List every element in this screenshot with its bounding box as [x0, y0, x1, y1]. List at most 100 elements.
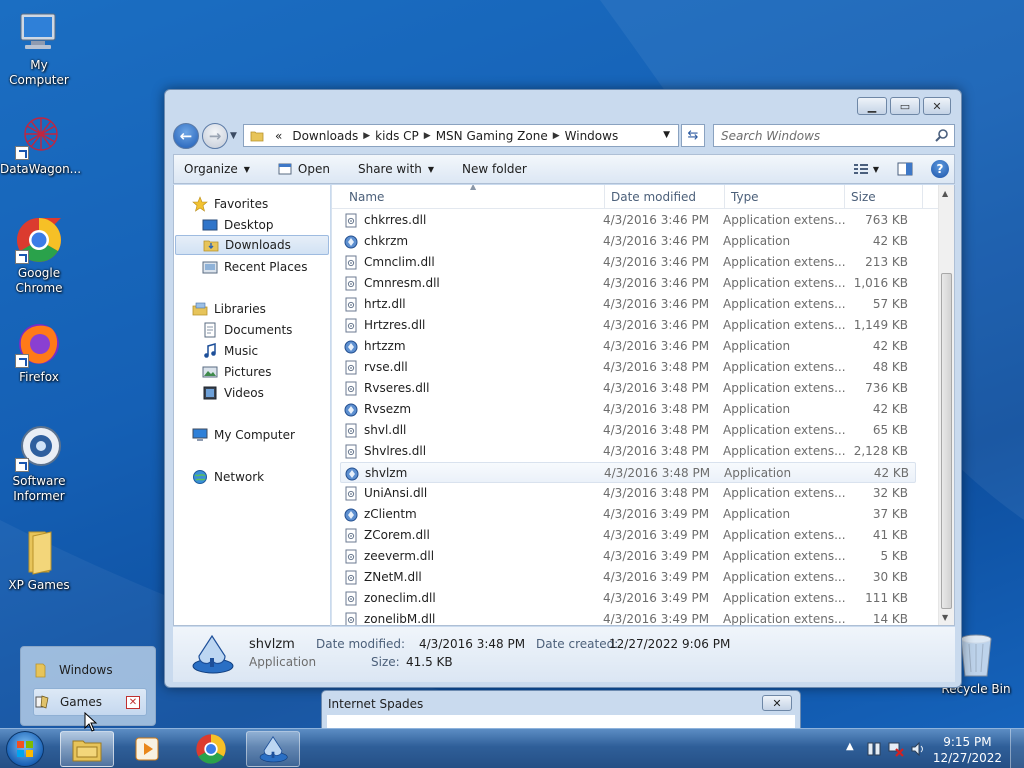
breadcrumb-separator-icon[interactable]: ▶: [363, 131, 370, 141]
column-header-date-modified[interactable]: Date modified: [611, 190, 696, 204]
desktop-icon-google-chrome[interactable]: Google Chrome: [0, 216, 78, 296]
file-row[interactable]: zoneclim.dll 4/3/2016 3:49 PM Application …: [340, 588, 916, 609]
file-row[interactable]: shvl.dll 4/3/2016 3:48 PM Application exte…: [340, 420, 916, 441]
nav-recent-places[interactable]: Recent Places: [202, 257, 307, 277]
network-disconnected-icon[interactable]: [888, 741, 904, 757]
file-name: rvse.dll: [364, 360, 408, 374]
file-row[interactable]: chkrres.dll 4/3/2016 3:46 PM Application e…: [340, 210, 916, 231]
dll-file-icon: [345, 360, 357, 375]
desktop-icon-datawagon[interactable]: DataWagon...: [0, 112, 81, 177]
breadcrumb-separator-icon[interactable]: ▶: [553, 131, 560, 141]
breadcrumb-kids-cp[interactable]: kids CP: [370, 129, 424, 143]
column-divider[interactable]: [724, 185, 725, 209]
nav-pictures[interactable]: Pictures: [202, 362, 272, 382]
open-button[interactable]: Open: [278, 162, 330, 176]
dll-file-icon: [345, 570, 357, 585]
scrollbar-thumb[interactable]: [941, 273, 952, 609]
file-name: Shvlres.dll: [364, 444, 427, 458]
column-divider[interactable]: [604, 185, 605, 209]
breadcrumb-downloads[interactable]: Downloads: [287, 129, 363, 143]
file-row[interactable]: zClientm 4/3/2016 3:49 PM Application 37 KB: [340, 504, 916, 525]
column-header-type[interactable]: Type: [731, 190, 759, 204]
scroll-up-icon[interactable]: ▲: [942, 189, 948, 198]
system-clock[interactable]: 9:15 PM 12/27/2022: [933, 734, 1002, 766]
internet-spades-window[interactable]: Internet Spades ✕: [321, 690, 801, 731]
taskbar-google-chrome[interactable]: [184, 731, 238, 767]
breadcrumb-overflow[interactable]: «: [270, 129, 287, 143]
taskbar-media-player[interactable]: [120, 731, 174, 767]
taskbar-internet-spades[interactable]: [246, 731, 300, 767]
file-size: 41 KB: [872, 528, 908, 542]
column-divider[interactable]: [922, 185, 923, 209]
preview-pane-icon[interactable]: [897, 162, 913, 176]
file-row[interactable]: Shvlres.dll 4/3/2016 3:48 PM Application e…: [340, 441, 916, 462]
nav-favorites[interactable]: Favorites: [192, 194, 268, 214]
breadcrumb-msn-gaming-zone[interactable]: MSN Gaming Zone: [431, 129, 553, 143]
help-icon: ?: [936, 162, 944, 176]
change-view-icon[interactable]: [853, 162, 869, 176]
file-row[interactable]: Rvsezm 4/3/2016 3:48 PM Application 42 KB: [340, 399, 916, 420]
back-button[interactable]: ←: [173, 123, 199, 149]
nav-downloads[interactable]: Downloads: [175, 235, 329, 255]
nav-my-computer[interactable]: My Computer: [192, 425, 295, 445]
address-dropdown-icon[interactable]: ▼: [663, 130, 670, 140]
view-options-dropdown-icon[interactable]: ▼: [873, 165, 879, 174]
close-icon: ✕: [772, 696, 782, 710]
show-hidden-icons-icon[interactable]: ▲: [846, 741, 854, 752]
close-icon[interactable]: ✕: [126, 696, 140, 709]
file-row[interactable]: Cmnclim.dll 4/3/2016 3:46 PM Application e…: [340, 252, 916, 273]
file-row[interactable]: Rvseres.dll 4/3/2016 3:48 PM Application e…: [340, 378, 916, 399]
close-button[interactable]: ✕: [762, 695, 792, 711]
file-row[interactable]: zonelibM.dll 4/3/2016 3:49 PM Application …: [340, 609, 916, 625]
search-input[interactable]: [713, 124, 955, 147]
nav-music[interactable]: Music: [202, 341, 258, 361]
address-bar[interactable]: « Downloads ▶ kids CP ▶ MSN Gaming Zone …: [243, 124, 679, 147]
desktop-icon-my-computer[interactable]: My Computer: [0, 8, 78, 88]
scroll-down-icon[interactable]: ▼: [942, 613, 948, 622]
nav-network[interactable]: Network: [192, 467, 264, 487]
volume-icon[interactable]: [910, 741, 926, 757]
file-size: 32 KB: [872, 486, 908, 500]
file-row[interactable]: Hrtzres.dll 4/3/2016 3:46 PM Application e…: [340, 315, 916, 336]
column-header-size[interactable]: Size: [851, 190, 876, 204]
file-row[interactable]: hrtz.dll 4/3/2016 3:46 PM Application exte…: [340, 294, 916, 315]
close-button[interactable]: ✕: [923, 97, 951, 115]
desktop-icon-xp-games[interactable]: XP Games: [0, 528, 78, 593]
organize-button[interactable]: Organize ▼: [184, 162, 250, 176]
file-row[interactable]: Cmnresm.dll 4/3/2016 3:46 PM Application e…: [340, 273, 916, 294]
file-row[interactable]: zeeverm.dll 4/3/2016 3:49 PM Application e…: [340, 546, 916, 567]
new-folder-button[interactable]: New folder: [462, 162, 527, 176]
nav-documents[interactable]: Documents: [202, 320, 292, 340]
vertical-scrollbar[interactable]: ▲ ▼: [938, 185, 954, 625]
column-header-name[interactable]: Name: [349, 190, 384, 204]
file-row[interactable]: rvse.dll 4/3/2016 3:48 PM Application exte…: [340, 357, 916, 378]
file-row[interactable]: hrtzzm 4/3/2016 3:46 PM Application 42 KB: [340, 336, 916, 357]
refresh-button[interactable]: ⇆: [681, 124, 705, 147]
help-button[interactable]: ?: [931, 160, 949, 178]
show-desktop-button[interactable]: [1010, 729, 1024, 768]
breadcrumb-separator-icon[interactable]: ▶: [424, 131, 431, 141]
taskbar-windows-explorer[interactable]: [60, 731, 114, 767]
file-row[interactable]: ZNetM.dll 4/3/2016 3:49 PM Application ext…: [340, 567, 916, 588]
maximize-button[interactable]: ▭: [890, 97, 920, 115]
file-row[interactable]: UniAnsi.dll 4/3/2016 3:48 PM Application e…: [340, 483, 916, 504]
desktop-icon-firefox[interactable]: Firefox: [0, 320, 78, 385]
file-size: 30 KB: [872, 570, 908, 584]
forward-button[interactable]: →: [202, 123, 228, 149]
details-size-label: Size:: [371, 655, 400, 669]
jumplist-item-windows[interactable]: Windows: [33, 656, 147, 684]
desktop-icon-software-informer[interactable]: Software Informer: [0, 424, 78, 504]
share-with-button[interactable]: Share with ▼: [358, 162, 434, 176]
file-row[interactable]: chkrzm 4/3/2016 3:46 PM Application 42 KB: [340, 231, 916, 252]
start-button[interactable]: [6, 731, 44, 767]
file-row[interactable]: shvlzm 4/3/2016 3:48 PM Application 42 KB: [340, 462, 916, 483]
breadcrumb-windows[interactable]: Windows: [560, 129, 624, 143]
nav-videos[interactable]: Videos: [202, 383, 264, 403]
nav-desktop[interactable]: Desktop: [202, 215, 274, 235]
minimize-button[interactable]: ▁: [857, 97, 887, 115]
action-center-icon[interactable]: [866, 741, 882, 757]
nav-libraries[interactable]: Libraries: [192, 299, 266, 319]
file-row[interactable]: ZCorem.dll 4/3/2016 3:49 PM Application ex…: [340, 525, 916, 546]
recent-pages-dropdown[interactable]: ▼: [230, 131, 237, 141]
column-divider[interactable]: [844, 185, 845, 209]
